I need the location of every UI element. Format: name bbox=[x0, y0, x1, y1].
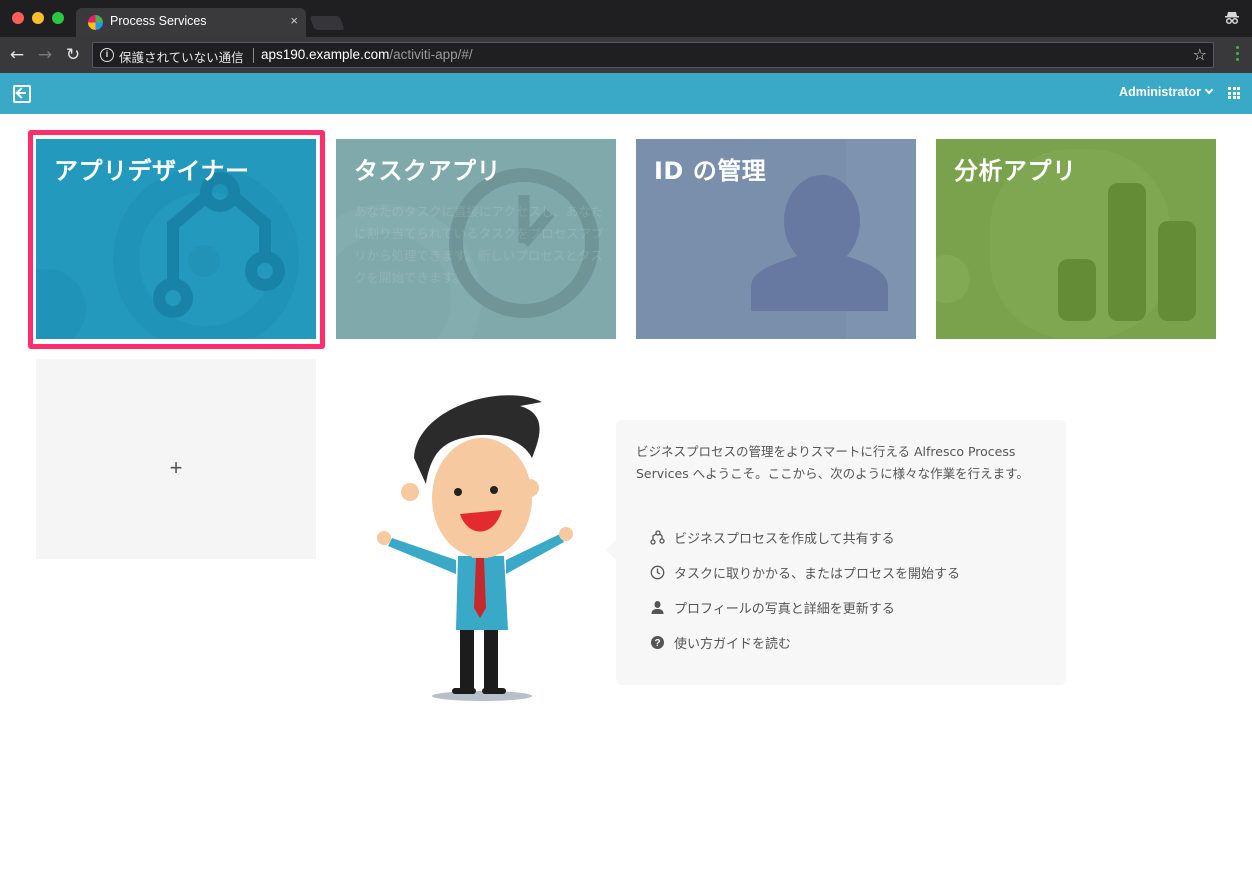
logout-icon[interactable] bbox=[13, 85, 31, 103]
user-menu[interactable]: Administrator bbox=[1119, 85, 1214, 99]
forward-button[interactable]: → bbox=[36, 45, 54, 65]
tile-description: あなたのタスクに直接にアクセスし、あなたに割り当てられているタスクをプロセスアプ… bbox=[354, 204, 604, 285]
tile-analytics-app[interactable]: 分析アプリ bbox=[936, 139, 1216, 339]
new-tab-button[interactable] bbox=[309, 16, 345, 30]
help-icon: ? bbox=[651, 636, 664, 649]
tile-identity-management[interactable]: ID の管理 bbox=[636, 139, 916, 339]
process-icon bbox=[650, 530, 665, 545]
tile-title: 分析アプリ bbox=[954, 157, 1077, 185]
tab-close-icon[interactable]: × bbox=[290, 13, 298, 28]
tab-favicon-icon bbox=[88, 15, 103, 30]
address-bar[interactable]: i 保護されていない通信 aps190.example.com/activiti… bbox=[92, 42, 1214, 68]
close-window-button[interactable] bbox=[12, 12, 24, 24]
url-path: /activiti-app/#/ bbox=[389, 47, 473, 62]
plus-icon: + bbox=[169, 455, 183, 480]
security-label: 保護されていない通信 bbox=[119, 50, 244, 65]
clock-icon bbox=[650, 565, 665, 580]
url-text[interactable]: aps190.example.com/activiti-app/#/ bbox=[261, 47, 473, 62]
feature-label: ビジネスプロセスを作成して共有する bbox=[674, 532, 895, 547]
feature-label: プロフィールの写真と詳細を更新する bbox=[674, 602, 895, 617]
feature-label: 使い方ガイドを読む bbox=[674, 637, 792, 652]
info-icon[interactable]: i bbox=[100, 48, 114, 62]
browser-tab-active[interactable]: Process Services × bbox=[76, 8, 306, 37]
user-icon bbox=[651, 601, 664, 614]
app-header: Administrator bbox=[0, 73, 1252, 114]
reload-button[interactable]: ↻ bbox=[64, 45, 82, 65]
back-button[interactable]: ← bbox=[8, 45, 26, 65]
apps-grid-icon[interactable] bbox=[1228, 87, 1240, 99]
welcome-intro: ビジネスプロセスの管理をよりスマートに行える Alfresco Process … bbox=[636, 444, 1029, 481]
tab-title: Process Services bbox=[110, 14, 207, 28]
browser-menu-icon[interactable] bbox=[1236, 46, 1240, 64]
user-name: Administrator bbox=[1119, 85, 1201, 99]
welcome-card: ビジネスプロセスの管理をよりスマートに行える Alfresco Process … bbox=[606, 420, 1066, 685]
feature-label: タスクに取りかかる、またはプロセスを開始する bbox=[674, 567, 961, 582]
tile-task-app[interactable]: タスクアプリ あなたのタスクに直接にアクセスし、あなたに割り当てられているタスク… bbox=[336, 139, 616, 339]
browser-toolbar: ← → ↻ i 保護されていない通信 aps190.example.com/ac… bbox=[0, 37, 1252, 73]
browser-titlebar: Process Services × bbox=[0, 0, 1252, 37]
add-app-tile[interactable]: + bbox=[36, 359, 316, 559]
welcome-mascot-illustration bbox=[377, 395, 573, 701]
url-host: aps190.example.com bbox=[261, 47, 390, 62]
tile-title: タスクアプリ bbox=[354, 157, 501, 185]
tile-title: ID の管理 bbox=[654, 157, 767, 185]
selection-highlight bbox=[28, 130, 325, 349]
incognito-icon bbox=[1225, 12, 1239, 25]
svg-text:?: ? bbox=[654, 638, 660, 649]
minimize-window-button[interactable] bbox=[32, 12, 44, 24]
url-separator bbox=[253, 48, 254, 63]
chevron-down-icon bbox=[1204, 85, 1214, 95]
bookmark-star-icon[interactable]: ☆ bbox=[1193, 45, 1207, 64]
maximize-window-button[interactable] bbox=[52, 12, 64, 24]
